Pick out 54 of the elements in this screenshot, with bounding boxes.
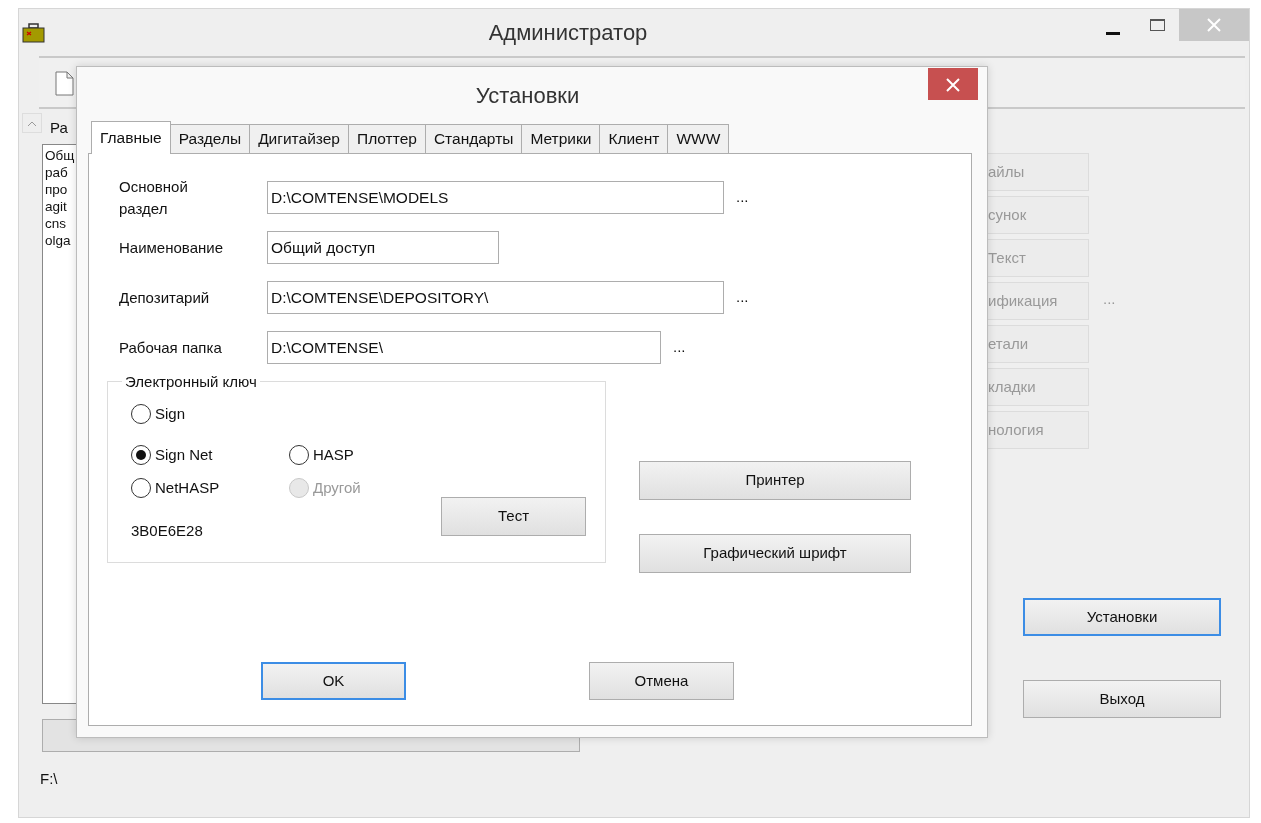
field-label: Рабочая папка xyxy=(119,337,223,358)
field-label: Наименование xyxy=(119,237,224,258)
minimize-icon xyxy=(1106,30,1120,35)
key-code: 3B0E6E28 xyxy=(131,521,203,541)
caret-icon xyxy=(27,120,37,127)
test-button[interactable]: Тест xyxy=(441,497,586,536)
list-item[interactable]: cns xyxy=(45,214,66,232)
command-button[interactable]: Установки xyxy=(1023,598,1221,636)
document-icon[interactable] xyxy=(55,71,74,96)
tab[interactable]: WWW xyxy=(667,124,730,153)
column-header[interactable]: Ра xyxy=(42,113,68,140)
close-icon xyxy=(946,78,960,93)
briefcase-icon xyxy=(22,21,45,44)
tab[interactable]: Главные xyxy=(91,121,171,154)
radio-label[interactable]: HASP xyxy=(313,443,354,467)
list-item[interactable]: про xyxy=(45,180,68,198)
radio-button[interactable] xyxy=(289,445,309,465)
field-label: Основной раздел xyxy=(119,176,189,219)
field-label: Депозитарий xyxy=(119,287,211,308)
tab[interactable]: Плоттер xyxy=(348,124,426,153)
radio-label[interactable]: NetHASP xyxy=(155,476,220,500)
maximize-icon xyxy=(1149,19,1165,31)
browse-button[interactable]: ... xyxy=(736,186,749,209)
command-button[interactable]: Выход xyxy=(1023,680,1221,718)
tab[interactable]: Метрики xyxy=(521,124,601,153)
radio-button[interactable] xyxy=(131,478,151,498)
radio-label[interactable]: Sign xyxy=(155,402,186,426)
text-field[interactable]: Общий доступ xyxy=(267,231,499,264)
dialog-button[interactable]: Отмена xyxy=(589,662,734,700)
dialog-button[interactable]: OK xyxy=(261,662,406,700)
settings-button[interactable]: Принтер xyxy=(639,461,911,500)
tab[interactable]: Стандарты xyxy=(424,124,523,153)
radio-button[interactable] xyxy=(131,445,151,465)
close-icon xyxy=(1207,18,1221,32)
radio-label[interactable]: Sign Net xyxy=(155,443,213,467)
dialog-title: Установки xyxy=(474,82,581,110)
radio-button[interactable] xyxy=(131,404,151,424)
text-field[interactable]: D:\COMTENSE\DEPOSITORY\ xyxy=(267,281,724,314)
list-item[interactable]: раб xyxy=(45,163,68,181)
list-item[interactable]: Общ xyxy=(45,146,75,164)
browse-button[interactable]: ... xyxy=(673,336,686,359)
list-item[interactable]: olga xyxy=(45,231,71,249)
settings-button[interactable]: Графический шрифт xyxy=(639,534,911,573)
text-field[interactable]: D:\COMTENSE\ xyxy=(267,331,661,364)
status-text: F:\ xyxy=(40,768,58,789)
browse-button[interactable]: ... xyxy=(736,286,749,309)
window-title: Администратор xyxy=(487,19,649,47)
close-button[interactable] xyxy=(928,68,978,100)
text-field[interactable]: D:\COMTENSE\MODELS xyxy=(267,181,724,214)
tab[interactable]: Клиент xyxy=(599,124,669,153)
radio-label: Другой xyxy=(313,477,361,498)
tab[interactable]: Дигитайзер xyxy=(249,124,349,153)
list-item[interactable]: agit xyxy=(45,197,67,215)
tab[interactable]: Разделы xyxy=(169,124,251,153)
